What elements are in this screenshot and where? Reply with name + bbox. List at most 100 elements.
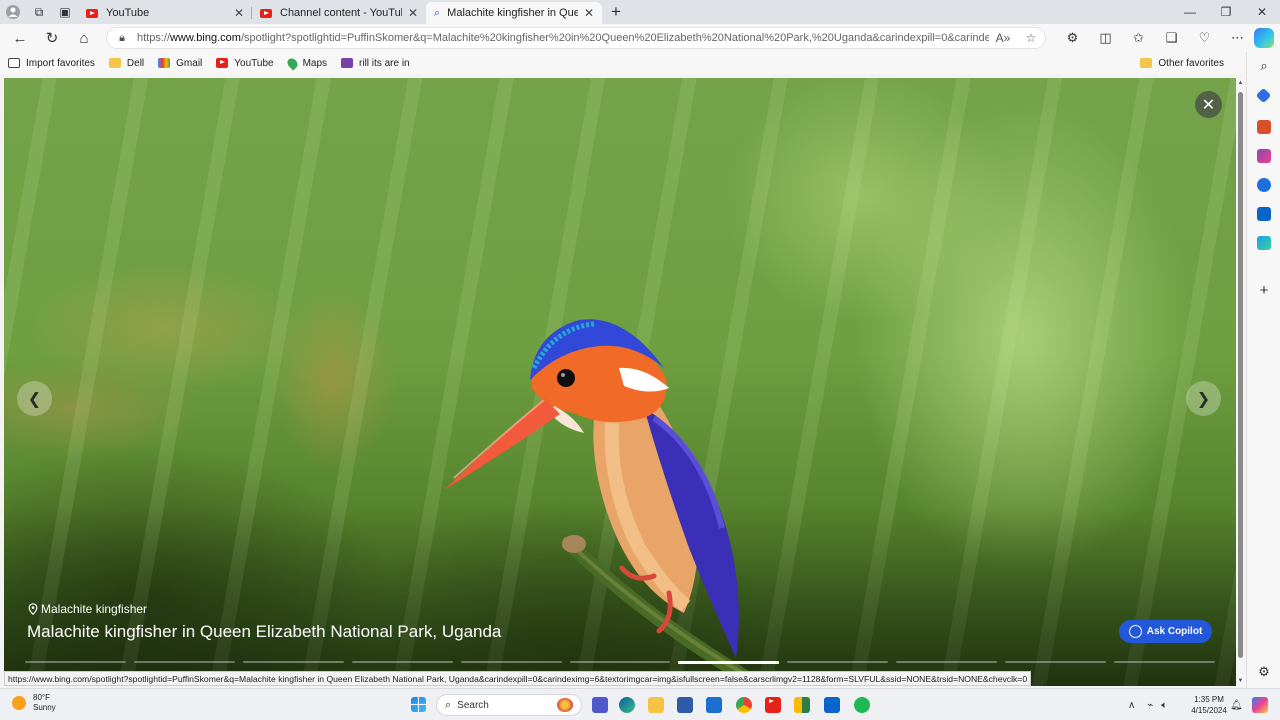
- window-controls: — ❐ ✕: [1172, 0, 1280, 24]
- edge-icon[interactable]: [619, 697, 635, 713]
- close-tab-icon[interactable]: ✕: [582, 6, 596, 20]
- youtube-icon[interactable]: [765, 697, 781, 713]
- search-icon: ⌕: [434, 6, 441, 19]
- slide-indicator[interactable]: [242, 661, 344, 663]
- close-spotlight-button[interactable]: ✕: [1195, 91, 1222, 118]
- copilot-icon[interactable]: [1252, 697, 1268, 713]
- extensions-icon[interactable]: ⚙: [1056, 30, 1089, 46]
- sidebar-search-icon[interactable]: ⌕: [1253, 58, 1275, 74]
- clock-date: 4/15/2024: [1191, 706, 1227, 715]
- favorite-gmail[interactable]: Gmail: [158, 58, 202, 69]
- folder-icon: [108, 58, 121, 68]
- workspaces-icon[interactable]: ⧉: [26, 0, 52, 24]
- chrome-icon[interactable]: [736, 697, 752, 713]
- teams-icon[interactable]: [592, 697, 608, 713]
- youtube-icon: [86, 8, 98, 18]
- add-sidebar-app-icon[interactable]: +: [1253, 282, 1275, 299]
- tab-malachite-kingfisher[interactable]: ⌕ Malachite kingfisher in Queen Elizabet…: [426, 2, 602, 24]
- new-tab-button[interactable]: +: [602, 1, 630, 23]
- favorites-icon[interactable]: ✩: [1122, 30, 1155, 46]
- location-label[interactable]: Malachite kingfisher: [28, 602, 147, 616]
- refresh-button[interactable]: ↻: [36, 24, 68, 52]
- network-icon[interactable]: ⌁: [1147, 700, 1153, 711]
- profile-icon[interactable]: [0, 0, 26, 24]
- page-scrollbar[interactable]: ▲ ▼: [1237, 78, 1244, 686]
- url-text[interactable]: https://www.bing.com/spotlight?spotlight…: [137, 32, 989, 44]
- system-tray: ∧ ⌁ 🔈︎: [1128, 689, 1167, 720]
- clock-time: 1:35 PM: [1194, 695, 1224, 704]
- favorite-star-icon[interactable]: ☆: [1017, 31, 1045, 45]
- kingfisher-image: [444, 319, 761, 678]
- restore-button[interactable]: ❐: [1208, 0, 1244, 24]
- close-window-button[interactable]: ✕: [1244, 0, 1280, 24]
- slide-indicator[interactable]: [460, 661, 562, 663]
- back-button[interactable]: ←: [4, 24, 36, 52]
- edge-sidebar: ⌕ + ⚙: [1246, 52, 1280, 688]
- app-icon[interactable]: [794, 697, 810, 713]
- slide-progress: [25, 661, 1215, 664]
- favorite-youtube[interactable]: YouTube: [216, 58, 274, 69]
- ask-copilot-button[interactable]: Ask Copilot: [1119, 620, 1212, 643]
- address-bar[interactable]: 🔒︎ https://www.bing.com/spotlight?spotli…: [106, 27, 1046, 49]
- home-button[interactable]: ⌂: [68, 24, 100, 52]
- other-favorites[interactable]: Other favorites: [1140, 52, 1224, 74]
- slide-indicator[interactable]: [896, 661, 998, 663]
- status-url: https://www.bing.com/spotlight?spotlight…: [4, 671, 1032, 686]
- notification-bell-icon[interactable]: 🔔︎: [1230, 689, 1243, 720]
- mail-icon[interactable]: [706, 697, 722, 713]
- slide-indicator[interactable]: [351, 661, 453, 663]
- volume-icon[interactable]: 🔈︎: [1161, 700, 1167, 711]
- tab-channel-content[interactable]: Channel content - YouTube Studio ✕: [252, 2, 426, 24]
- microsoft365-icon[interactable]: [1257, 178, 1271, 192]
- favorite-dell[interactable]: Dell: [108, 58, 144, 69]
- collections-icon[interactable]: ❏: [1155, 30, 1188, 46]
- slide-indicator[interactable]: [787, 661, 889, 663]
- chevron-up-icon[interactable]: ∧: [1128, 700, 1135, 711]
- close-tab-icon[interactable]: ✕: [232, 6, 246, 20]
- outlook-icon[interactable]: [1257, 207, 1271, 221]
- windows-taskbar: 80°F Sunny ⌕ Search ∧ ⌁ 🔈︎ 1:35 PM 4/15/…: [0, 688, 1280, 720]
- outlook-icon[interactable]: [824, 697, 840, 713]
- store-icon[interactable]: [677, 697, 693, 713]
- favorite-import[interactable]: Import favorites: [8, 58, 95, 69]
- slide-indicator[interactable]: [1114, 661, 1215, 663]
- scroll-down-icon[interactable]: ▼: [1237, 678, 1244, 684]
- tab-youtube[interactable]: YouTube ✕: [78, 2, 252, 24]
- games-icon[interactable]: [1257, 149, 1271, 163]
- vertical-tabs-icon[interactable]: ▣: [52, 0, 78, 24]
- more-menu-icon[interactable]: ⋯: [1221, 30, 1254, 46]
- sidebar-settings-icon[interactable]: ⚙: [1253, 664, 1275, 680]
- slide-indicator[interactable]: [678, 661, 780, 664]
- taskbar-search[interactable]: ⌕ Search: [436, 694, 582, 716]
- slide-indicator[interactable]: [1005, 661, 1107, 663]
- minimize-button[interactable]: —: [1172, 0, 1208, 24]
- slide-indicator[interactable]: [25, 661, 126, 663]
- split-screen-icon[interactable]: ◫: [1089, 30, 1122, 46]
- scroll-up-icon[interactable]: ▲: [1237, 80, 1244, 86]
- read-aloud-icon[interactable]: A»: [989, 31, 1017, 45]
- next-image-button[interactable]: ❯: [1186, 381, 1221, 416]
- shopping-tag-icon[interactable]: [1255, 87, 1272, 104]
- chat-icon: [1128, 625, 1142, 638]
- previous-image-button[interactable]: ❮: [17, 381, 52, 416]
- slide-indicator[interactable]: [569, 661, 671, 663]
- weather-widget[interactable]: 80°F Sunny: [12, 693, 56, 713]
- favorite-rill[interactable]: rill its are in: [341, 58, 410, 69]
- close-tab-icon[interactable]: ✕: [406, 6, 420, 20]
- weather-condition: Sunny: [33, 703, 56, 712]
- copilot-icon[interactable]: [1254, 28, 1274, 48]
- slide-indicator[interactable]: [133, 661, 235, 663]
- chevron-right-icon: ❯: [1196, 390, 1211, 408]
- youtube-icon: [260, 8, 272, 18]
- scrollbar-thumb[interactable]: [1238, 92, 1243, 658]
- file-explorer-icon[interactable]: [648, 697, 664, 713]
- favorite-maps[interactable]: Maps: [285, 55, 327, 71]
- drop-icon[interactable]: [1257, 236, 1271, 250]
- clock[interactable]: 1:35 PM 4/15/2024: [1186, 694, 1232, 716]
- tools-icon[interactable]: [1257, 120, 1271, 134]
- lock-icon[interactable]: 🔒︎: [107, 32, 137, 45]
- windows-start-icon[interactable]: [411, 697, 426, 712]
- spotify-icon[interactable]: [854, 697, 870, 713]
- image-title[interactable]: Malachite kingfisher in Queen Elizabeth …: [27, 622, 501, 642]
- browser-essentials-icon[interactable]: ♡: [1188, 30, 1221, 46]
